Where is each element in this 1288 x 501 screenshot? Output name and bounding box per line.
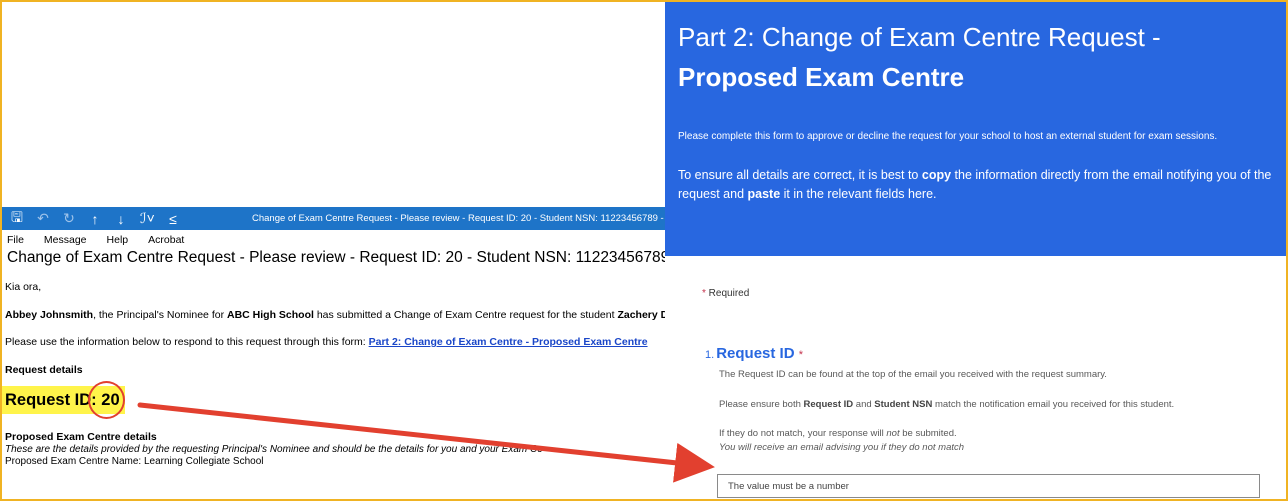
- email-body: Kia ora, Abbey Johnsmith, the Principal'…: [5, 281, 665, 388]
- request-id-label: Request ID:: [5, 390, 97, 409]
- save-icon[interactable]: 🖫: [10, 207, 24, 231]
- email-titlebar: 🖫 ↶ ↻ ↑ ↓ ℐ˅ ≤ Change of Exam Centre Req…: [0, 207, 665, 230]
- menu-acrobat[interactable]: Acrobat: [148, 234, 184, 246]
- undo-icon[interactable]: ↶: [36, 210, 50, 227]
- question-request-id: 1. Request ID * The Request ID can be fou…: [705, 345, 1285, 453]
- up-arrow-icon[interactable]: ↑: [88, 211, 102, 227]
- nominee-name: Abbey Johnsmith: [5, 308, 94, 321]
- form-title-line-2: Proposed Exam Centre: [678, 62, 965, 92]
- help2-c: match the notification email you receive…: [932, 399, 1175, 410]
- line1-text-b: has submitted a Change of Exam Centre re…: [313, 308, 618, 321]
- instructions-paste: paste: [747, 187, 781, 202]
- form-instructions: To ensure all details are correct, it is…: [678, 166, 1288, 205]
- email-greeting: Kia ora,: [5, 281, 42, 293]
- form-title-line-1: Part 2: Change of Exam Centre Request -: [678, 22, 1161, 52]
- proposed-details: Proposed Exam Centre details These are t…: [5, 431, 543, 468]
- help2-request-id: Request ID: [803, 399, 854, 410]
- form-header: Part 2: Change of Exam Centre Request - …: [665, 0, 1288, 256]
- question-help-1: The Request ID can be found at the top o…: [719, 369, 1107, 380]
- email-subject: Change of Exam Centre Request - Please r…: [7, 249, 665, 266]
- proposed-name: Proposed Exam Centre Name: Learning Coll…: [5, 455, 264, 467]
- help2-mid: and: [853, 399, 875, 410]
- form-pane: Part 2: Change of Exam Centre Request - …: [665, 0, 1288, 501]
- menu-help[interactable]: Help: [107, 234, 129, 246]
- proposed-note: These are the details provided by the re…: [5, 443, 543, 455]
- proposed-heading: Proposed Exam Centre details: [5, 431, 157, 443]
- attach-icon[interactable]: ℐ˅: [140, 210, 155, 227]
- help2-a: Please ensure both: [719, 399, 804, 410]
- question-help-4: You will receive an email advising you i…: [719, 442, 965, 453]
- instructions-a: To ensure all details are correct, it is…: [678, 168, 922, 182]
- menu-file[interactable]: File: [7, 234, 24, 246]
- request-id-input[interactable]: [717, 474, 1260, 498]
- form-description: Please complete this form to approve or …: [678, 131, 1218, 142]
- request-details-heading: Request details: [5, 363, 83, 376]
- help2-student-nsn: Student NSN: [874, 399, 933, 410]
- email-pane: 🖫 ↶ ↻ ↑ ↓ ℐ˅ ≤ Change of Exam Centre Req…: [0, 0, 665, 501]
- school-name: ABC High School: [227, 308, 314, 321]
- instructions-copy: copy: [921, 168, 952, 182]
- question-help-2: Please ensure both Request ID and Studen…: [719, 399, 1174, 410]
- instructions-c: it in the relevant fields here.: [780, 187, 937, 202]
- annotation-circle: [88, 381, 125, 419]
- email-line-2: Please use the information below to resp…: [5, 336, 665, 349]
- line2-text: Please use the information below to resp…: [5, 336, 369, 349]
- redo-icon[interactable]: ↻: [62, 210, 76, 227]
- question-number: 1.: [705, 349, 715, 361]
- down-arrow-icon[interactable]: ↓: [114, 211, 128, 227]
- line1-text-a: , the Principal's Nominee for: [93, 308, 227, 321]
- help3-not: not: [886, 428, 900, 439]
- window-title: Change of Exam Centre Request - Please r…: [252, 213, 665, 224]
- help3-a: If they do not match, your response will: [719, 428, 887, 439]
- email-line-1: Abbey Johnsmith, the Principal's Nominee…: [5, 309, 665, 322]
- question-label: Request ID: [716, 345, 795, 362]
- student-name: Zachery Doeman: [617, 308, 665, 321]
- required-label: Required: [705, 288, 750, 299]
- question-help-3: If they do not match, your response will…: [719, 428, 957, 439]
- help3-b: be submited.: [899, 428, 957, 439]
- question-required-star: *: [798, 349, 803, 361]
- customize-toolbar-icon[interactable]: ≤: [166, 211, 180, 227]
- menu-message[interactable]: Message: [44, 234, 87, 246]
- email-menubar: File Message Help Acrobat: [0, 231, 665, 248]
- required-note: * Required: [702, 288, 749, 299]
- form-link[interactable]: Part 2: Change of Exam Centre - Proposed…: [369, 336, 648, 348]
- question-title: 1. Request ID *: [705, 345, 1285, 362]
